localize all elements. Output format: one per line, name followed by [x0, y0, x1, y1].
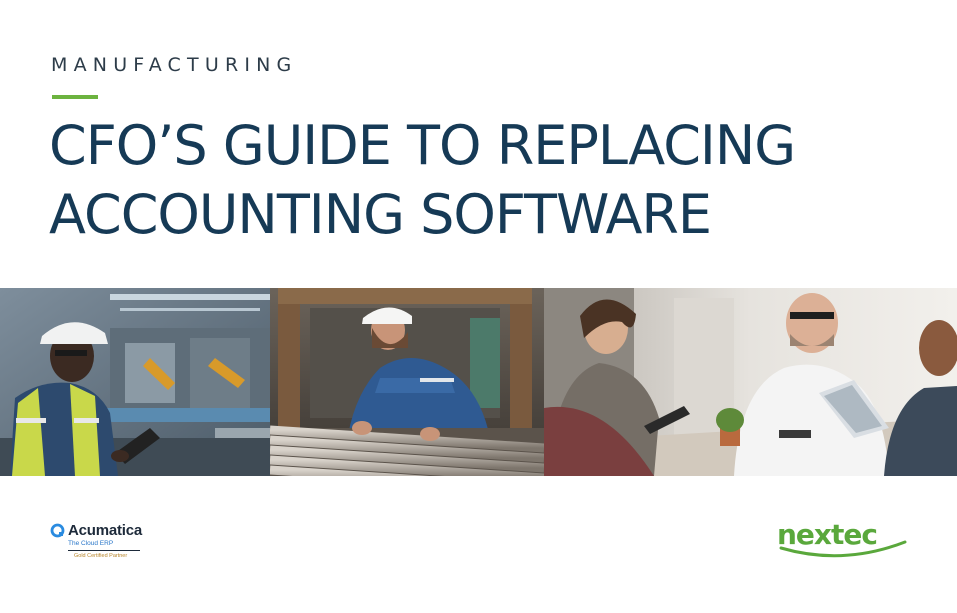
acumatica-logo: Acumatica The Cloud ERP Gold Certified P… — [50, 520, 150, 564]
nextec-wordmark: nextec — [777, 518, 877, 551]
title-line-1: CFO’S GUIDE TO REPLACING — [49, 114, 796, 177]
photo-pipe-worker — [270, 288, 544, 476]
photo-strip — [0, 288, 957, 476]
acumatica-partner-label: Gold Certified Partner — [74, 553, 128, 559]
acumatica-mark-icon — [50, 523, 65, 537]
acumatica-tagline: The Cloud ERP — [68, 540, 114, 547]
photo-business-meeting — [544, 288, 957, 476]
nextec-logo: nextec — [773, 512, 913, 562]
acumatica-divider — [68, 550, 140, 551]
page-title: CFO’S GUIDE TO REPLACING ACCOUNTING SOFT… — [49, 111, 796, 249]
acumatica-name: Acumatica — [68, 521, 143, 539]
category-label: MANUFACTURING — [51, 54, 298, 76]
accent-bar — [52, 95, 98, 99]
title-line-2: ACCOUNTING SOFTWARE — [49, 183, 712, 246]
photo-factory-worker — [0, 288, 270, 476]
